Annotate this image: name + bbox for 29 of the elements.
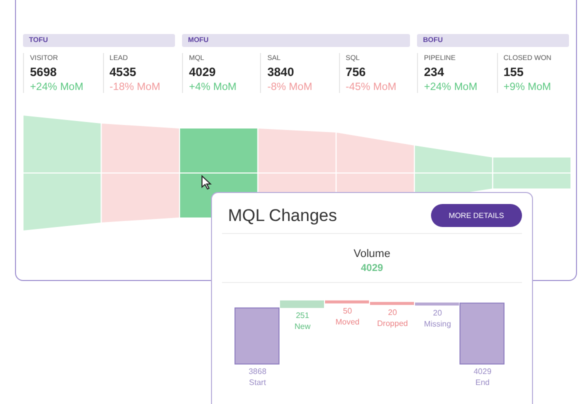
- bar-category-label: Missing: [424, 320, 452, 329]
- metric-change: +4% MoM: [189, 81, 238, 93]
- bar-category-label: Start: [249, 378, 266, 387]
- metric-change: +9% MoM: [504, 81, 552, 93]
- bar-value-label: 251: [296, 310, 310, 320]
- metric-value: 4029: [189, 65, 217, 79]
- metric-value: 3840: [267, 65, 296, 79]
- metric-value: 234: [424, 65, 446, 79]
- metric-change: -45% MoM: [346, 81, 398, 93]
- metric-change: -8% MoM: [267, 81, 314, 93]
- metric-change: +24% MoM: [424, 81, 478, 93]
- bar-value-label: 20: [433, 308, 442, 318]
- volume-value: 4029: [360, 263, 384, 274]
- metric-value: 155: [504, 65, 525, 79]
- bar-value-label: 20: [388, 308, 397, 317]
- bar-category-label: New: [294, 322, 310, 331]
- popup-title: MQL Changes: [228, 206, 337, 226]
- bar-value-label: 3868: [248, 367, 266, 376]
- bar-category-label: End: [475, 378, 490, 387]
- metric-value: 756: [346, 65, 367, 79]
- bar-value-label: 50: [343, 306, 352, 316]
- bar-category-label: Dropped: [377, 318, 408, 328]
- metric-value: 5698: [30, 65, 58, 79]
- metric-value: 4535: [110, 65, 138, 79]
- metric-change: -18% MoM: [110, 81, 162, 93]
- volume-label: Volume: [354, 248, 390, 260]
- bar-value-label: 4029: [474, 367, 492, 376]
- bar-category-label: Moved: [336, 317, 360, 326]
- metric-change: +24% MoM: [30, 81, 84, 93]
